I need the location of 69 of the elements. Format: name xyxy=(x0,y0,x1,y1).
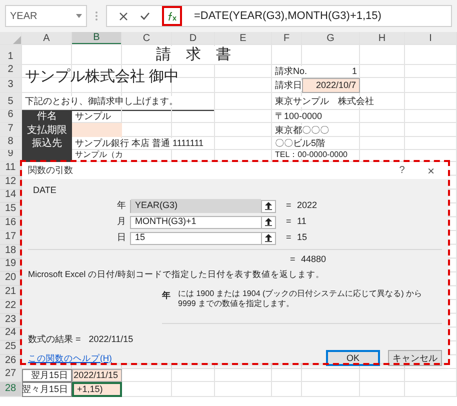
function-icon xyxy=(167,12,177,20)
addressee-text: サンプル株式会社 御中 xyxy=(25,68,180,86)
drag-handle-icon xyxy=(95,11,98,21)
active-cell[interactable]: +1,15) xyxy=(72,382,122,397)
table-cell: 2022/11/15 xyxy=(72,368,122,382)
cell-text: 請求日 xyxy=(275,80,302,91)
cell-text: 東京サンプル 株式会社 xyxy=(275,96,374,107)
label-cell: 支払期限 xyxy=(22,123,72,137)
equals-sign: = xyxy=(286,199,292,212)
label-cell: 振込先 xyxy=(22,137,72,150)
dialog-button[interactable]: キャンセル xyxy=(388,350,442,366)
column-header[interactable]: I xyxy=(405,32,457,45)
cell-text: TEL：00-0000-0000 xyxy=(275,150,348,159)
table-cell: 翌々月15日 xyxy=(22,382,72,397)
column-header[interactable]: C xyxy=(122,32,172,45)
argument-result: 2022 xyxy=(297,199,318,212)
cell-text: 〒100-0000 xyxy=(275,111,322,122)
cell-text: サンプル銀行 本店 普通 1111111 xyxy=(75,138,204,149)
argument-result: 11 xyxy=(297,215,306,228)
function-name: DATE xyxy=(33,184,58,197)
argument-field[interactable]: 15 xyxy=(130,232,276,244)
collapse-dialog-icon[interactable] xyxy=(265,218,272,226)
dropdown-caret-icon xyxy=(76,14,82,18)
formula-result: 2022/11/15 xyxy=(88,332,134,346)
cell-text: 〇〇ビル5階 xyxy=(275,138,326,149)
result-label: 数式の結果 = xyxy=(28,332,81,346)
help-link[interactable]: この関数のヘルプ(H) xyxy=(28,352,318,365)
argument-help: には 1900 または 1904 (ブックの日付システムに応じて異なる) から 9999 までの数値を指定します。 xyxy=(178,288,424,309)
collapse-dialog-icon[interactable] xyxy=(265,234,272,242)
equals-sign: = xyxy=(290,252,296,266)
column-header[interactable]: A xyxy=(22,32,72,45)
cell-text: 請求No. xyxy=(275,66,308,77)
column-header[interactable]: B xyxy=(72,32,122,45)
argument-label: 日 xyxy=(117,231,127,244)
row-header[interactable]: 1 xyxy=(0,45,22,65)
collapse-dialog-icon[interactable] xyxy=(265,202,272,210)
argument-label: 月 xyxy=(117,215,127,228)
cell-text: 1 xyxy=(352,66,357,77)
dialog-title: 関数の引数 xyxy=(28,164,74,177)
equals-sign: = xyxy=(286,231,292,244)
dialog-button[interactable]: OK xyxy=(326,350,380,366)
argument-label: 年 xyxy=(117,199,127,212)
total-result: 44880 xyxy=(301,252,326,266)
argument-result: 15 xyxy=(297,231,308,244)
column-header[interactable]: D xyxy=(172,32,215,45)
column-header[interactable]: E xyxy=(215,32,272,45)
name-box[interactable]: YEAR xyxy=(5,5,87,27)
function-description: Microsoft Excel の日付/時刻コードで指定した日付を表す数値を返します。 xyxy=(28,268,326,281)
help-button[interactable]: ? xyxy=(392,163,412,178)
table-cell: 2022/10/7 xyxy=(302,78,360,93)
label-cell xyxy=(22,150,72,162)
argument-field[interactable]: YEAR(G3) xyxy=(130,200,276,212)
cancel-icon[interactable] xyxy=(119,12,128,20)
insert-function-button[interactable] xyxy=(162,6,182,26)
cell-text: 東京都〇〇〇 xyxy=(275,124,329,136)
cell-text: サンプル xyxy=(75,111,111,122)
argument-name: 年 xyxy=(162,288,172,302)
label-cell: 件名 xyxy=(22,110,72,123)
cell-text: サンプル（カ xyxy=(75,150,123,159)
table-cell xyxy=(72,123,122,137)
argument-field[interactable]: MONTH(G3)+1 xyxy=(130,216,276,228)
close-button[interactable]: × xyxy=(420,162,442,180)
name-box-text: YEAR xyxy=(10,10,38,24)
check-icon[interactable] xyxy=(140,12,150,20)
column-header[interactable]: H xyxy=(360,32,405,45)
table-cell: 翌月15日 xyxy=(22,368,72,382)
row-header[interactable]: 5 xyxy=(0,93,22,110)
column-header[interactable]: G xyxy=(302,32,360,45)
equals-sign: = xyxy=(286,215,292,228)
